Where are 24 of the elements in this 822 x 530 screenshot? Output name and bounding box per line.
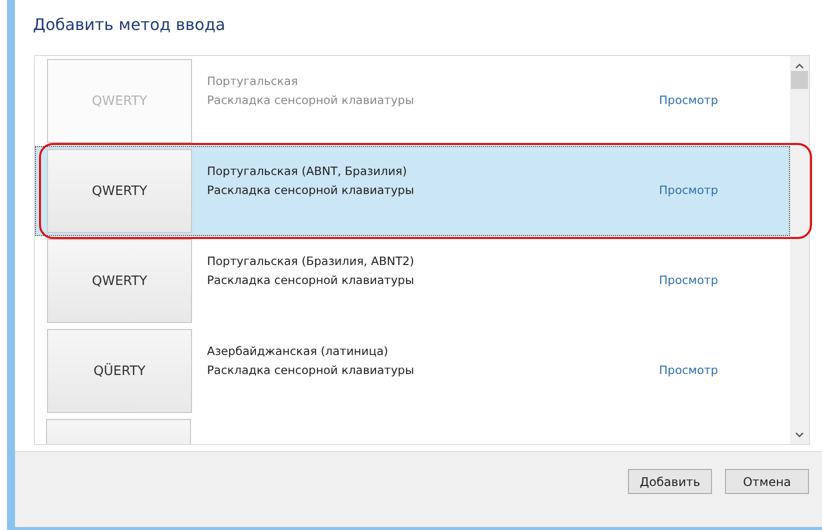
- method-description: Раскладка сенсорной клавиатуры: [207, 92, 414, 109]
- preview-link[interactable]: Просмотр: [659, 183, 718, 197]
- keyboard-preview-tile: QÜERTY: [47, 329, 192, 413]
- method-name: Португальская (Бразилия, ABNT2): [207, 253, 414, 270]
- method-name: Португальская: [207, 73, 298, 90]
- dialog-title: Добавить метод ввода: [33, 14, 226, 36]
- keyboard-preview-tile: QWERTY: [47, 59, 192, 143]
- preview-link[interactable]: Просмотр: [659, 363, 718, 377]
- scroll-up-icon[interactable]: [795, 63, 804, 69]
- scroll-down-icon[interactable]: [795, 432, 804, 438]
- scroll-thumb[interactable]: [791, 71, 808, 89]
- input-method-row[interactable]: QWERTY Португальская (Бразилия, ABNT2) Раскладка сенсорной клавиатуры Просмотр: [35, 236, 790, 326]
- keyboard-preview-tile: QWERTY: [47, 239, 192, 323]
- input-method-row[interactable]: QÜERTY Азербайджанская (латиница) Раскладка сенсорной клавиатуры Просмотр: [35, 326, 790, 416]
- method-description: Раскладка сенсорной клавиатуры: [207, 182, 414, 199]
- keyboard-preview-tile: QWERTY: [47, 149, 192, 233]
- method-description: Раскладка сенсорной клавиатуры: [207, 272, 414, 289]
- method-description: Раскладка сенсорной клавиатуры: [207, 362, 414, 379]
- method-name: Португальская (ABNT, Бразилия): [207, 163, 407, 180]
- scrollbar[interactable]: [790, 56, 809, 444]
- add-button[interactable]: Добавить: [628, 469, 712, 494]
- preview-link[interactable]: Просмотр: [659, 273, 718, 287]
- method-name: Азербайджанская (латиница): [207, 343, 388, 360]
- cancel-button[interactable]: Отмена: [725, 469, 809, 494]
